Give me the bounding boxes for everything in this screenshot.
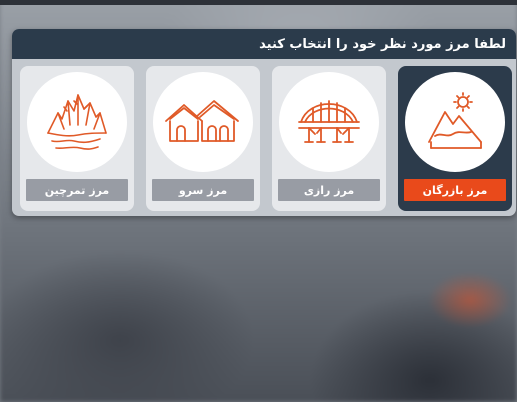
option-label: مرز تمرچین: [26, 179, 128, 201]
top-bar: [0, 0, 517, 5]
panel-header: لطفا مرز مورد نظر خود را انتخاب کنید: [12, 29, 516, 59]
arch-bridge-icon: [298, 100, 360, 143]
desert-sun-icon: [428, 92, 482, 149]
option-icon-circle: [153, 72, 253, 172]
mountains-icon: [47, 94, 107, 150]
border-option-sarv[interactable]: مرز سرو: [146, 66, 260, 211]
border-option-bazargan[interactable]: مرز بازرگان: [398, 66, 512, 211]
option-icon-circle: [27, 72, 127, 172]
option-label: مرز رازی: [278, 179, 380, 201]
border-selection-panel: لطفا مرز مورد نظر خود را انتخاب کنید مرز…: [12, 29, 516, 216]
border-option-razi[interactable]: مرز رازی: [272, 66, 386, 211]
panel-title: لطفا مرز مورد نظر خود را انتخاب کنید: [259, 36, 506, 52]
option-icon-circle: [405, 72, 505, 172]
houses-icon: [165, 100, 239, 142]
option-label: مرز بازرگان: [404, 179, 506, 201]
option-icon-circle: [279, 72, 379, 172]
option-label: مرز سرو: [152, 179, 254, 201]
border-option-tamarchin[interactable]: مرز تمرچین: [20, 66, 134, 211]
